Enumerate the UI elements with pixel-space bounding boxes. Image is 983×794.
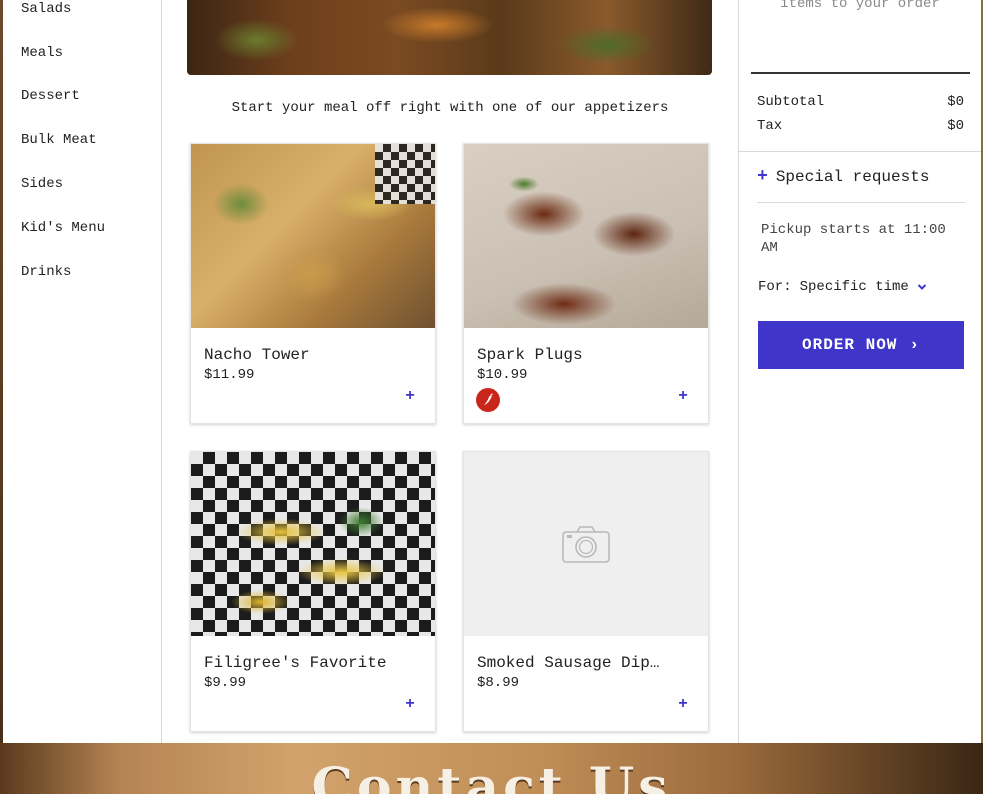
category-sidebar: Salads Meals Dessert Bulk Meat Sides Kid… xyxy=(3,0,162,743)
menu-item-card[interactable]: Spark Plugs $10.99 + xyxy=(463,143,709,424)
category-description: Start your meal off right with one of ou… xyxy=(231,100,669,116)
special-requests-label: Special requests xyxy=(775,168,930,186)
menu-item-image xyxy=(191,144,435,328)
chevron-down-icon xyxy=(917,284,927,290)
sidebar-item-drinks[interactable]: Drinks xyxy=(21,264,71,280)
pickup-info: Pickup starts at 11:00 AM xyxy=(761,222,946,256)
order-now-label: ORDER NOW xyxy=(801,336,898,354)
menu-item-image-placeholder xyxy=(464,452,708,636)
pickup-for-label: For: xyxy=(758,279,792,295)
special-requests-toggle[interactable]: + Special requests xyxy=(757,167,929,187)
menu-item-name: Filigree's Favorite xyxy=(204,654,387,672)
pickup-time-select[interactable]: For: Specific time xyxy=(758,279,927,295)
tax-label: Tax xyxy=(757,118,783,134)
cart-empty-message: items to your order xyxy=(780,0,940,12)
plus-icon: + xyxy=(757,167,768,187)
tax-value: $0 xyxy=(947,118,964,134)
add-item-button[interactable]: + xyxy=(403,695,417,713)
sidebar-item-bulk-meat[interactable]: Bulk Meat xyxy=(21,132,97,148)
add-item-button[interactable]: + xyxy=(403,387,417,405)
cart-divider xyxy=(751,72,970,74)
menu-item-card[interactable]: Nacho Tower $11.99 + xyxy=(190,143,436,424)
tax-row: Tax $0 xyxy=(757,118,964,134)
sidebar-item-sides[interactable]: Sides xyxy=(21,176,63,192)
pickup-time-value: Specific time xyxy=(799,279,909,295)
menu-item-price: $8.99 xyxy=(477,675,520,691)
contact-banner: Contact Us xyxy=(0,743,983,794)
menu-item-card[interactable]: Filigree's Favorite $9.99 + xyxy=(190,451,436,732)
menu-item-name: Nacho Tower xyxy=(204,346,310,364)
add-item-button[interactable]: + xyxy=(676,695,690,713)
menu-item-name: Smoked Sausage Dip… xyxy=(477,654,660,672)
order-now-button[interactable]: ORDER NOW › xyxy=(758,321,964,369)
order-cart-panel: items to your order Subtotal $0 Tax $0 +… xyxy=(738,0,982,743)
sidebar-item-salads[interactable]: Salads xyxy=(21,1,71,17)
menu-item-price: $9.99 xyxy=(204,675,247,691)
menu-item-price: $10.99 xyxy=(477,367,528,383)
category-hero-image xyxy=(187,0,712,75)
contact-heading: Contact Us xyxy=(311,757,672,794)
menu-item-card[interactable]: Smoked Sausage Dip… $8.99 + xyxy=(463,451,709,732)
subtotal-value: $0 xyxy=(947,94,964,110)
chili-pepper-icon xyxy=(476,388,500,412)
section-divider xyxy=(739,151,982,152)
sidebar-item-meals[interactable]: Meals xyxy=(21,45,63,61)
subtotal-row: Subtotal $0 xyxy=(757,94,964,110)
menu-item-name: Spark Plugs xyxy=(477,346,583,364)
menu-section: Start your meal off right with one of ou… xyxy=(162,0,738,743)
sidebar-item-dessert[interactable]: Dessert xyxy=(21,88,80,104)
menu-item-image xyxy=(464,144,708,328)
sidebar-item-kids-menu[interactable]: Kid's Menu xyxy=(21,220,105,236)
menu-item-price: $11.99 xyxy=(204,367,255,383)
section-divider xyxy=(757,202,965,203)
menu-item-image xyxy=(191,452,435,636)
camera-icon xyxy=(562,526,610,563)
add-item-button[interactable]: + xyxy=(676,387,690,405)
chevron-right-icon: › xyxy=(909,336,921,354)
subtotal-label: Subtotal xyxy=(757,94,825,110)
